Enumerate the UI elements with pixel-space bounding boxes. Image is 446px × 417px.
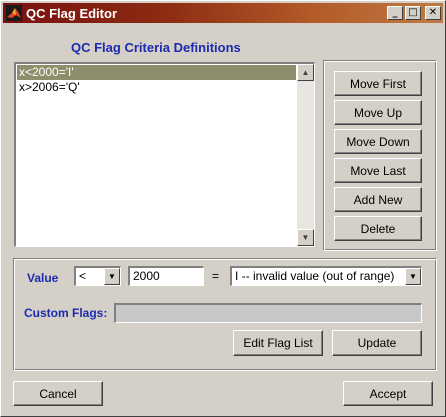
title-bar[interactable]: QC Flag Editor _ □ ✕ — [3, 3, 443, 23]
triangle-down-icon: ▼ — [301, 233, 310, 242]
chevron-down-icon[interactable]: ▼ — [405, 268, 421, 285]
triangle-up-icon: ▲ — [301, 68, 310, 77]
flag-dropdown[interactable]: I -- invalid value (out of range) ▼ — [230, 266, 422, 286]
scroll-down-button[interactable]: ▼ — [297, 229, 314, 246]
criteria-list-items: x<2000='I' x>2006='Q' — [17, 65, 296, 95]
chevron-down-icon[interactable]: ▼ — [104, 268, 120, 285]
move-up-button[interactable]: Move Up — [334, 100, 422, 125]
criteria-heading: QC Flag Criteria Definitions — [71, 40, 241, 55]
move-last-button[interactable]: Move Last — [334, 158, 422, 183]
equals-label: = — [212, 269, 220, 283]
cancel-button[interactable]: Cancel — [13, 381, 103, 406]
value-input[interactable]: 2000 — [128, 266, 204, 286]
operator-dropdown[interactable]: < ▼ — [74, 266, 121, 286]
value-label: Value — [27, 271, 59, 285]
move-first-button[interactable]: Move First — [334, 71, 422, 96]
qc-flag-editor-window: QC Flag Editor _ □ ✕ QC Flag Criteria De… — [0, 0, 446, 417]
edit-flag-list-button[interactable]: Edit Flag List — [233, 330, 323, 356]
update-button[interactable]: Update — [332, 330, 422, 356]
criteria-listbox[interactable]: x<2000='I' x>2006='Q' ▲ ▼ — [14, 62, 315, 247]
custom-flags-label: Custom Flags: — [24, 306, 108, 320]
operator-value: < — [79, 269, 87, 283]
add-new-button[interactable]: Add New — [334, 187, 422, 212]
listbox-scrollbar[interactable]: ▲ ▼ — [297, 64, 314, 246]
minimize-button[interactable]: _ — [387, 6, 403, 20]
list-item[interactable]: x<2000='I' — [17, 65, 296, 80]
window-title: QC Flag Editor — [26, 5, 117, 21]
close-button[interactable]: ✕ — [425, 6, 441, 20]
scroll-up-button[interactable]: ▲ — [297, 64, 314, 81]
delete-button[interactable]: Delete — [334, 216, 422, 241]
list-item[interactable]: x>2006='Q' — [17, 80, 296, 95]
flag-value: I -- invalid value (out of range) — [235, 269, 395, 283]
accept-button[interactable]: Accept — [343, 381, 433, 406]
matlab-icon — [6, 5, 22, 21]
custom-flags-field — [114, 303, 422, 323]
maximize-button[interactable]: □ — [405, 6, 421, 20]
move-down-button[interactable]: Move Down — [334, 129, 422, 154]
